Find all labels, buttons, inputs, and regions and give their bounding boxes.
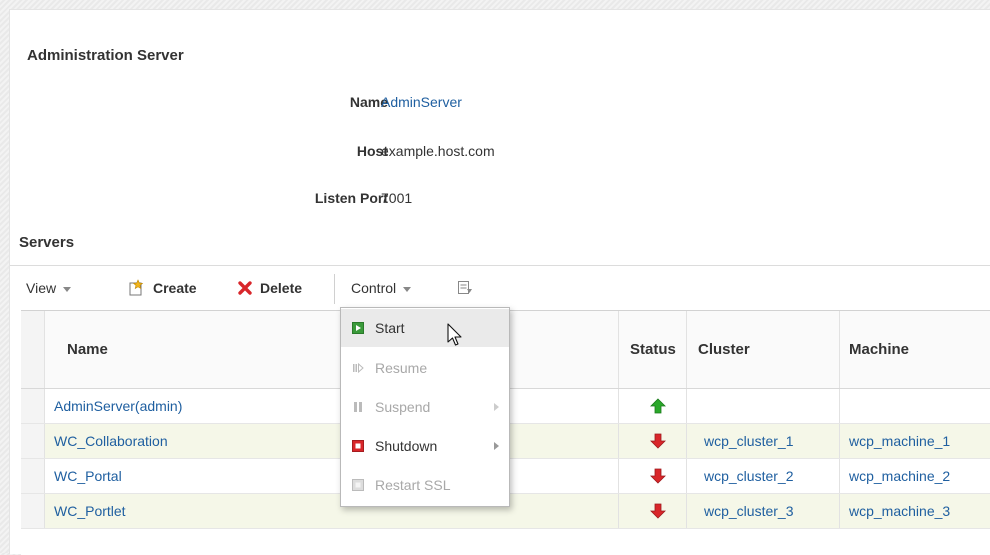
detach-table-button[interactable] — [457, 266, 473, 310]
create-icon — [129, 279, 144, 296]
suspend-icon — [354, 402, 362, 412]
menu-item-shutdown[interactable]: Shutdown — [341, 427, 509, 465]
control-label: Control — [351, 280, 397, 296]
chevron-down-icon — [63, 286, 72, 292]
create-label: Create — [153, 280, 197, 296]
menu-item-suspend[interactable]: Suspend — [341, 388, 509, 426]
server-name-link[interactable]: WC_Portal — [54, 459, 122, 493]
submenu-arrow-icon — [494, 403, 499, 411]
menu-item-label: Shutdown — [375, 438, 438, 454]
row-selector[interactable] — [21, 389, 45, 423]
column-divider — [686, 494, 687, 528]
servers-toolbar: View Create Delete Control — [10, 265, 990, 310]
row-selector[interactable] — [21, 494, 45, 528]
submenu-arrow-icon — [494, 442, 499, 450]
server-name-link[interactable]: WC_Collaboration — [54, 424, 168, 458]
menu-item-label: Restart SSL — [375, 477, 451, 493]
view-menu-button[interactable]: View — [26, 266, 72, 310]
host-value: example.host.com — [381, 143, 495, 159]
column-divider — [618, 311, 619, 388]
cluster-link[interactable]: wcp_cluster_1 — [704, 424, 794, 458]
column-divider — [618, 494, 619, 528]
column-header-cluster[interactable]: Cluster — [698, 311, 750, 388]
servers-heading: Servers — [19, 234, 75, 251]
server-name-link[interactable]: WC_Portlet — [54, 494, 126, 528]
machine-link[interactable]: wcp_machine_1 — [849, 424, 950, 458]
column-divider — [839, 389, 840, 423]
column-divider — [686, 459, 687, 493]
resume-icon — [353, 362, 364, 374]
menu-item-start[interactable]: Start — [341, 309, 509, 347]
machine-link[interactable]: wcp_machine_3 — [849, 494, 950, 528]
column-divider — [839, 494, 840, 528]
start-icon — [352, 322, 364, 334]
cluster-link[interactable]: wcp_cluster_3 — [704, 494, 794, 528]
status-down-icon — [650, 459, 666, 493]
row-selector-header — [21, 311, 45, 388]
machine-link[interactable]: wcp_machine_2 — [849, 459, 950, 493]
column-divider — [686, 424, 687, 458]
column-divider — [618, 389, 619, 423]
column-divider — [839, 459, 840, 493]
delete-label: Delete — [260, 280, 303, 296]
toolbar-divider — [334, 274, 335, 304]
chevron-down-icon — [403, 286, 412, 292]
server-name-link[interactable]: AdminServer(admin) — [54, 389, 182, 423]
mouse-pointer-icon — [447, 323, 462, 346]
control-menu-button[interactable]: Control — [351, 266, 412, 310]
menu-item-label: Start — [375, 320, 405, 336]
column-divider — [686, 311, 687, 388]
row-selector[interactable] — [21, 459, 45, 493]
create-button[interactable]: Create — [128, 266, 197, 310]
detach-icon — [458, 281, 472, 294]
delete-button[interactable]: Delete — [237, 266, 302, 310]
menu-item-label: Resume — [375, 360, 428, 376]
status-down-icon — [650, 494, 666, 528]
menu-item-restart-ssl[interactable]: Restart SSL — [341, 466, 509, 504]
column-header-status[interactable]: Status — [630, 311, 676, 388]
admin-server-name-link[interactable]: AdminServer — [381, 94, 462, 110]
status-down-icon — [650, 424, 666, 458]
column-header-name[interactable]: Name — [67, 311, 108, 388]
menu-item-resume[interactable]: Resume — [341, 349, 509, 387]
column-divider — [618, 459, 619, 493]
row-selector[interactable] — [21, 424, 45, 458]
column-divider — [618, 424, 619, 458]
admin-server-heading: Administration Server — [27, 47, 184, 64]
delete-x-icon — [238, 281, 252, 295]
menu-item-label: Suspend — [375, 399, 431, 415]
status-up-icon — [650, 389, 666, 423]
listen-port-value: 7001 — [381, 190, 413, 206]
control-dropdown-menu: Start Resume Suspend Shutdown Restart SS… — [340, 307, 510, 507]
column-divider — [839, 424, 840, 458]
cluster-link[interactable]: wcp_cluster_2 — [704, 459, 794, 493]
listen-port-label: Listen Port — [314, 190, 388, 206]
shutdown-icon — [352, 440, 364, 452]
column-divider — [686, 389, 687, 423]
column-header-machine[interactable]: Machine — [849, 311, 909, 388]
view-label: View — [26, 280, 57, 296]
restart-ssl-icon — [352, 479, 364, 491]
column-divider — [839, 311, 840, 388]
